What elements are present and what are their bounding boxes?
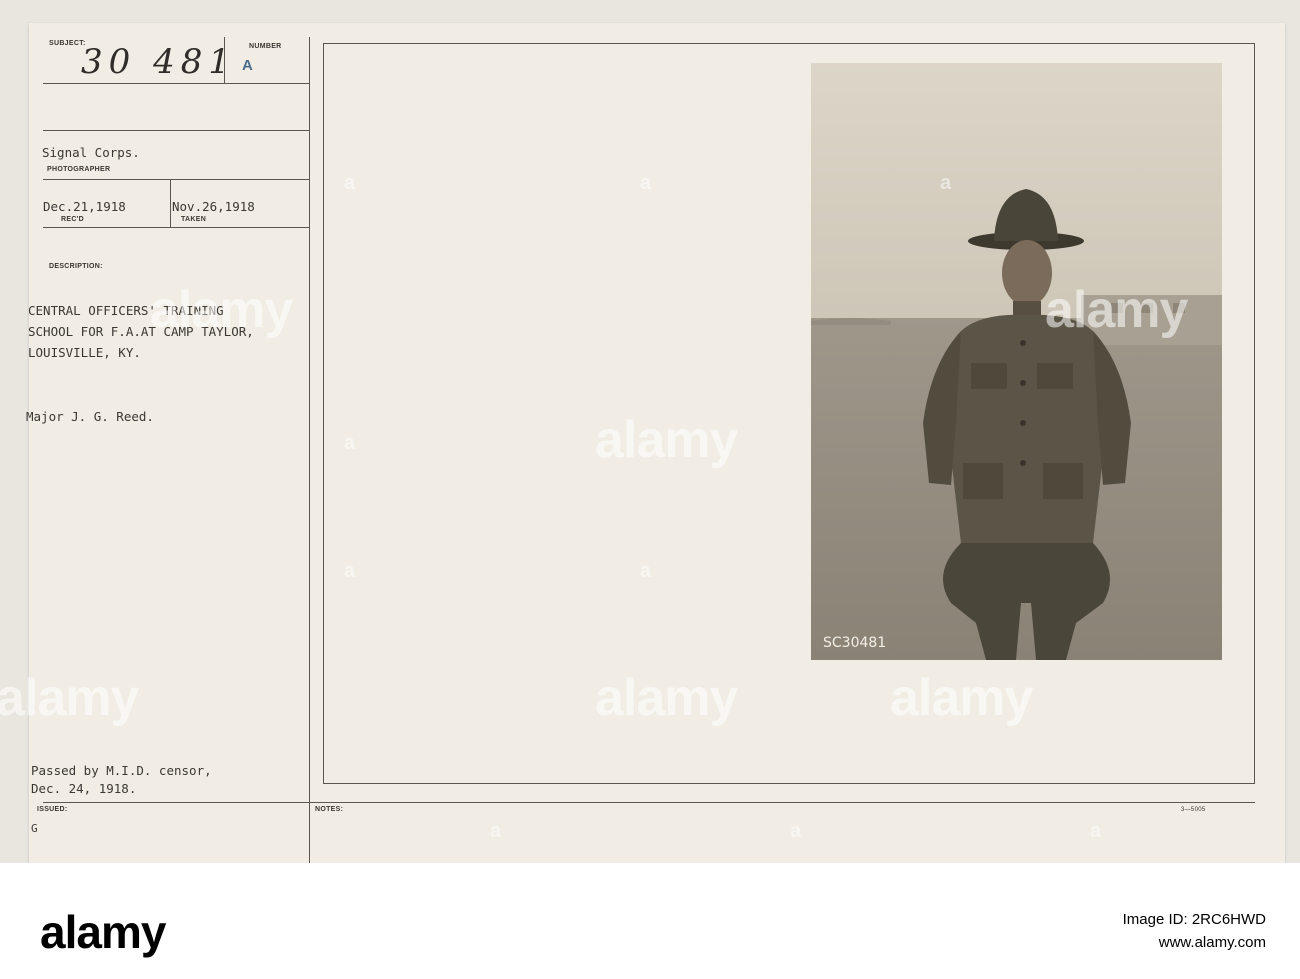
watermark-top-left: alamy — [150, 281, 293, 339]
rule-photographer — [43, 179, 309, 180]
footer-logo[interactable]: alamy — [40, 905, 166, 959]
description-line-3: LOUISVILLE, KY. — [28, 345, 141, 360]
watermark-tile-5: a — [344, 560, 355, 582]
rule-subject — [43, 83, 309, 84]
number-label: NUMBER — [249, 43, 282, 50]
watermark-right-low: alamy — [890, 669, 1033, 727]
received-date: Dec.21,1918 — [43, 199, 126, 214]
watermark-tile-2: a — [640, 172, 651, 194]
taken-date: Nov.26,1918 — [172, 199, 255, 214]
watermark-tile-1: a — [344, 172, 355, 194]
watermark-center-low: alamy — [595, 669, 738, 727]
watermark-left: alamy — [0, 669, 139, 727]
footer-site[interactable]: www.alamy.com — [1159, 934, 1266, 951]
watermark-tile-7: a — [490, 820, 501, 842]
censor-line-2: Dec. 24, 1918. — [31, 781, 137, 796]
subject-number: 30 481 — [81, 42, 236, 82]
taken-label: TAKEN — [181, 216, 207, 223]
photographer-value: Signal Corps. — [42, 145, 140, 160]
watermark-center: alamy — [595, 411, 738, 469]
left-column-divider — [309, 37, 310, 863]
notes-label: NOTES: — [315, 806, 344, 813]
issued-label: ISSUED: — [37, 806, 68, 813]
description-label: DESCRIPTION: — [49, 263, 103, 270]
soldier-photo-image — [811, 63, 1222, 660]
watermark-tile-3: a — [940, 172, 951, 194]
date-divider — [170, 179, 171, 227]
watermark-tile-4: a — [344, 432, 355, 454]
rule-dates — [43, 227, 309, 228]
received-label: REC'D — [61, 216, 84, 223]
issued-value: G — [31, 822, 38, 835]
negative-number: SC30481 — [823, 635, 887, 651]
stock-footer — [0, 863, 1300, 979]
censor-line-1: Passed by M.I.D. censor, — [31, 763, 212, 778]
photographer-label: PHOTOGRAPHER — [47, 166, 111, 173]
number-value: A — [242, 57, 253, 74]
watermark-tile-6: a — [640, 560, 651, 582]
subject-person: Major J. G. Reed. — [26, 409, 154, 424]
rule-section — [43, 130, 309, 131]
watermark-right-top: alamy — [1045, 281, 1188, 339]
watermark-tile-9: a — [1090, 820, 1101, 842]
footer-image-id: Image ID: 2RC6HWD — [1122, 911, 1266, 928]
soldier-photo: SC30481 — [811, 63, 1222, 660]
rule-issued — [43, 802, 1255, 803]
form-number: 3—5005 — [1181, 807, 1206, 813]
watermark-tile-8: a — [790, 820, 801, 842]
